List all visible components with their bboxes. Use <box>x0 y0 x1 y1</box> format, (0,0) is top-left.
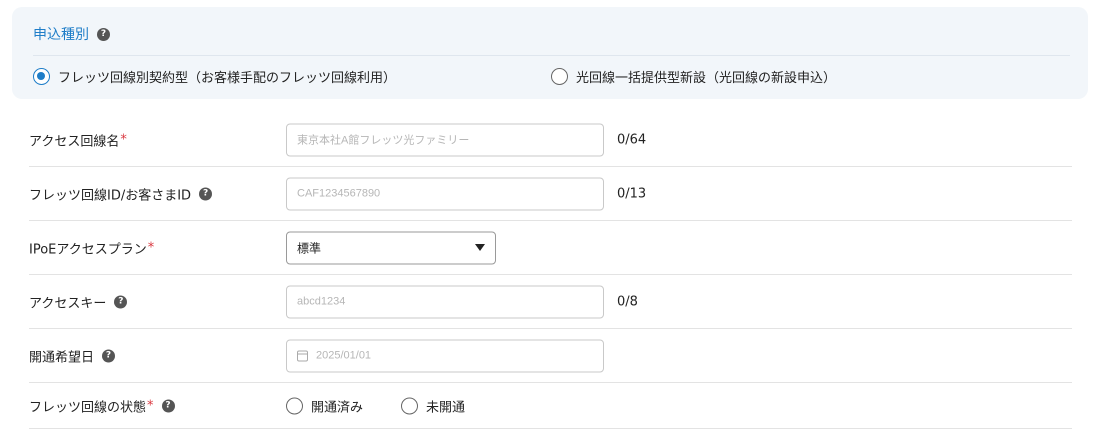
help-icon[interactable]: ? <box>199 187 213 200</box>
application-type-title: 申込種別 <box>33 27 89 43</box>
input-placeholder: 2025/01/01 <box>316 349 372 362</box>
line-status-radio-group: 開通済み 未開通 <box>286 396 503 415</box>
help-icon[interactable]: ? <box>97 27 110 41</box>
help-icon[interactable]: ? <box>161 399 175 412</box>
open-date-label: 開通希望日 <box>29 350 95 365</box>
ipoe-plan-select[interactable]: 標準 <box>286 231 496 264</box>
form-row-ipoe-plan: IPoEアクセスプラン * 標準 <box>29 221 1072 275</box>
field-label: フレッツ回線ID/お客さまID ? <box>29 184 213 203</box>
radio-button-checked[interactable] <box>33 68 50 85</box>
required-mark: * <box>147 240 155 255</box>
application-type-heading: 申込種別 ? <box>33 24 110 44</box>
caret-down-icon <box>475 244 485 251</box>
flets-id-label: フレッツ回線ID/お客さまID <box>29 188 192 203</box>
radio-button[interactable] <box>401 397 419 414</box>
open-date-input[interactable]: 2025/01/01 <box>286 339 604 372</box>
form-row-access-line-name: アクセス回線名 * 東京本社A館フレッツ光ファミリー 0/64 <box>29 113 1072 167</box>
form-row-access-key: アクセスキー ? abcd1234 0/8 <box>29 275 1072 329</box>
help-icon[interactable]: ? <box>102 349 116 362</box>
access-key-input[interactable]: abcd1234 <box>286 285 604 318</box>
input-placeholder: 東京本社A館フレッツ光ファミリー <box>297 134 470 147</box>
required-mark: * <box>147 398 154 413</box>
radio-option-label: 未開通 <box>426 400 466 415</box>
radio-option-not-opened[interactable]: 未開通 <box>401 396 465 415</box>
field-label: IPoEアクセスプラン * <box>29 238 154 257</box>
char-counter: 0/8 <box>617 294 638 309</box>
help-icon[interactable]: ? <box>114 295 128 308</box>
application-type-panel: 申込種別 ? フレッツ回線別契約型（お客様手配のフレッツ回線利用） 光回線一括提… <box>12 7 1088 99</box>
input-placeholder: CAF1234567890 <box>297 187 381 200</box>
input-placeholder: abcd1234 <box>297 295 346 308</box>
calendar-icon <box>297 350 308 361</box>
field-label: アクセス回線名 * <box>29 130 127 149</box>
access-key-label: アクセスキー <box>29 296 107 311</box>
access-line-name-label: アクセス回線名 <box>29 134 120 149</box>
select-value: 標準 <box>297 241 322 255</box>
char-counter: 0/13 <box>617 186 647 201</box>
field-label: フレッツ回線の状態 * ? <box>29 396 175 415</box>
radio-button[interactable] <box>551 68 568 85</box>
divider <box>33 55 1070 56</box>
radio-button[interactable] <box>286 397 303 414</box>
char-counter: 0/64 <box>617 132 647 147</box>
radio-option-label: フレッツ回線別契約型（お客様手配のフレッツ回線利用） <box>58 71 397 86</box>
access-line-name-input[interactable]: 東京本社A館フレッツ光ファミリー <box>286 123 604 156</box>
ipoe-plan-label: IPoEアクセスプラン <box>29 242 147 257</box>
flets-id-input[interactable]: CAF1234567890 <box>286 177 604 210</box>
field-label: 開通希望日 ? <box>29 346 116 365</box>
form-row-flets-id: フレッツ回線ID/お客さまID ? CAF1234567890 0/13 <box>29 167 1072 221</box>
radio-option-opened[interactable]: 開通済み <box>286 396 363 415</box>
radio-option-label: 開通済み <box>311 400 364 415</box>
form-row-line-status: フレッツ回線の状態 * ? 開通済み 未開通 <box>29 383 1072 429</box>
line-status-label: フレッツ回線の状態 <box>29 400 147 415</box>
radio-option-flets-separate[interactable]: フレッツ回線別契約型（お客様手配のフレッツ回線利用） <box>33 67 396 86</box>
radio-option-label: 光回線一括提供型新設（光回線の新設申込） <box>576 71 837 86</box>
form-row-open-date: 開通希望日 ? 2025/01/01 <box>29 329 1072 383</box>
field-label: アクセスキー ? <box>29 292 128 311</box>
radio-option-bundled-new[interactable]: 光回線一括提供型新設（光回線の新設申込） <box>551 67 836 86</box>
required-mark: * <box>120 132 127 147</box>
